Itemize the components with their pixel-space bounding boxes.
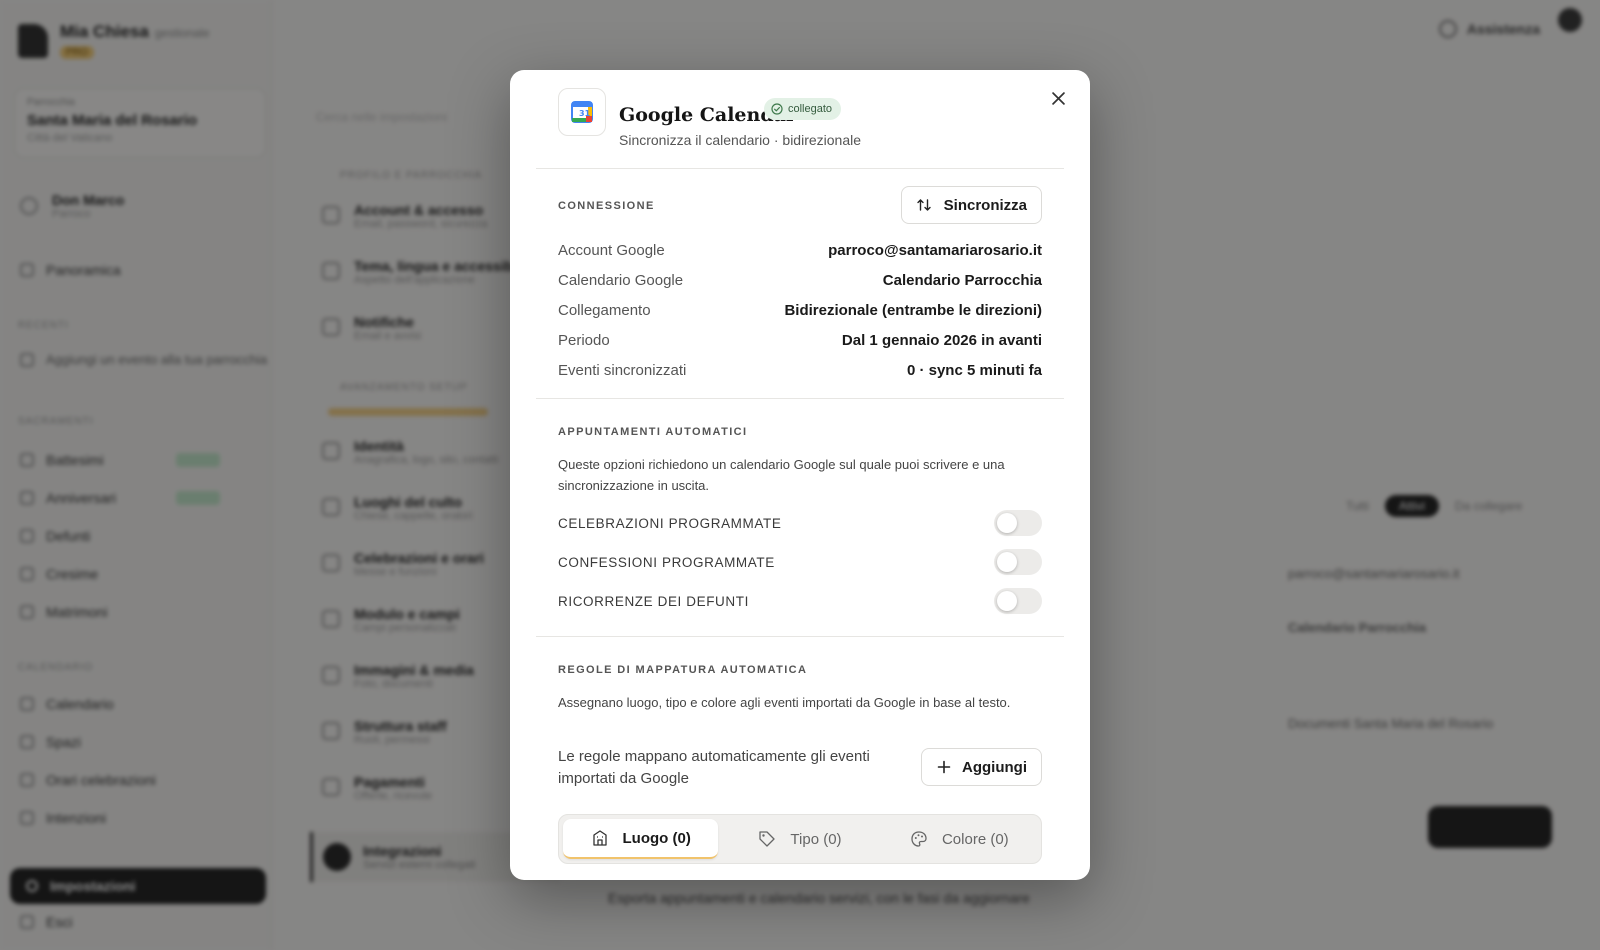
sync-button-label: Sincronizza bbox=[943, 196, 1027, 214]
connection-row: Eventi sincronizzati 0 · sync 5 minuti fa bbox=[558, 362, 1042, 379]
confessioni-toggle[interactable] bbox=[994, 549, 1042, 575]
toggle-knob bbox=[997, 513, 1017, 533]
row-key: Calendario Google bbox=[558, 272, 684, 289]
row-value: Calendario Parrocchia bbox=[882, 272, 1042, 289]
toggle-label: RICORRENZE DEI DEFUNTI bbox=[558, 593, 749, 609]
row-key: Periodo bbox=[558, 332, 610, 349]
close-button[interactable] bbox=[1046, 86, 1070, 110]
connection-row: Collegamento Bidirezionale (entrambe le d… bbox=[558, 302, 1042, 319]
google-calendar-dialog: 31 Google Calendar collegato Sincronizza… bbox=[510, 70, 1090, 880]
check-circle-icon bbox=[771, 103, 783, 115]
connection-section: CONNESSIONE Sincronizza Account Google pa… bbox=[558, 186, 1042, 386]
tab-label: Tipo (0) bbox=[790, 830, 842, 848]
section-description: Queste opzioni richiedono un calendario … bbox=[558, 457, 1005, 493]
row-value: Bidirezionale (entrambe le direzioni) bbox=[784, 302, 1042, 319]
toggle-label: CONFESSIONI PROGRAMMATE bbox=[558, 554, 775, 570]
row-key: Eventi sincronizzati bbox=[558, 362, 687, 379]
status-badge-label: collegato bbox=[788, 103, 833, 115]
building-icon bbox=[592, 830, 607, 846]
plus-icon bbox=[937, 760, 951, 774]
dialog-subtitle: Sincronizza il calendario · bidirezional… bbox=[619, 132, 862, 148]
rules-tabs: Luogo (0) Tipo (0) Colore (0) bbox=[558, 814, 1042, 864]
row-value: Dal 1 gennaio 2026 in avanti bbox=[841, 332, 1042, 349]
auto-appointments-section: APPUNTAMENTI AUTOMATICI Queste opzioni r… bbox=[558, 426, 1042, 626]
svg-text:31: 31 bbox=[579, 109, 591, 118]
tab-colore[interactable]: Colore (0) bbox=[882, 819, 1037, 859]
tab-luogo[interactable]: Luogo (0) bbox=[563, 819, 719, 859]
toggle-label: CELEBRAZIONI PROGRAMMATE bbox=[558, 515, 782, 531]
toggle-knob bbox=[997, 552, 1017, 572]
add-rule-button-label: Aggiungi bbox=[962, 758, 1027, 776]
sync-button[interactable]: Sincronizza bbox=[900, 186, 1042, 224]
palette-icon bbox=[911, 831, 927, 847]
status-badge: collegato bbox=[764, 98, 842, 120]
close-icon bbox=[1051, 91, 1065, 105]
tab-label: Colore (0) bbox=[941, 830, 1009, 848]
toggle-row-celebrazioni: CELEBRAZIONI PROGRAMMATE bbox=[558, 510, 1042, 536]
connection-row: Periodo Dal 1 gennaio 2026 in avanti bbox=[558, 332, 1042, 349]
row-value: parroco@santamariarosario.it bbox=[828, 242, 1042, 259]
row-value: 0 · sync 5 minuti fa bbox=[906, 362, 1042, 379]
mapping-rules-section: REGOLE DI MAPPATURA AUTOMATICA Assegnano… bbox=[558, 664, 1042, 804]
google-calendar-icon: 31 bbox=[571, 101, 593, 123]
row-key: Account Google bbox=[558, 242, 665, 259]
toggle-row-confessioni: CONFESSIONI PROGRAMMATE bbox=[558, 549, 1042, 575]
section-title: REGOLE DI MAPPATURA AUTOMATICA bbox=[558, 664, 808, 676]
defunti-toggle[interactable] bbox=[994, 588, 1042, 614]
google-calendar-logo: 31 bbox=[558, 88, 606, 136]
tab-label: Luogo (0) bbox=[622, 829, 691, 847]
toggle-row-defunti: RICORRENZE DEI DEFUNTI bbox=[558, 588, 1042, 614]
connection-row: Account Google parroco@santamariarosario.… bbox=[558, 242, 1042, 259]
sync-arrows-icon bbox=[916, 199, 931, 211]
tab-tipo[interactable]: Tipo (0) bbox=[722, 819, 877, 859]
section-description: Assegnano luogo, tipo e colore agli even… bbox=[558, 695, 1011, 710]
celebrazioni-toggle[interactable] bbox=[994, 510, 1042, 536]
divider bbox=[536, 168, 1064, 169]
add-rule-button[interactable]: Aggiungi bbox=[921, 748, 1042, 786]
connection-row: Calendario Google Calendario Parrocchia bbox=[558, 272, 1042, 289]
divider bbox=[536, 398, 1064, 399]
section-title: APPUNTAMENTI AUTOMATICI bbox=[558, 426, 748, 438]
row-key: Collegamento bbox=[558, 302, 651, 319]
rules-note: Le regole mappano automaticamente gli ev… bbox=[558, 748, 870, 787]
toggle-knob bbox=[997, 591, 1017, 611]
section-title: CONNESSIONE bbox=[558, 200, 655, 212]
tag-icon bbox=[759, 831, 776, 847]
divider bbox=[536, 636, 1064, 637]
